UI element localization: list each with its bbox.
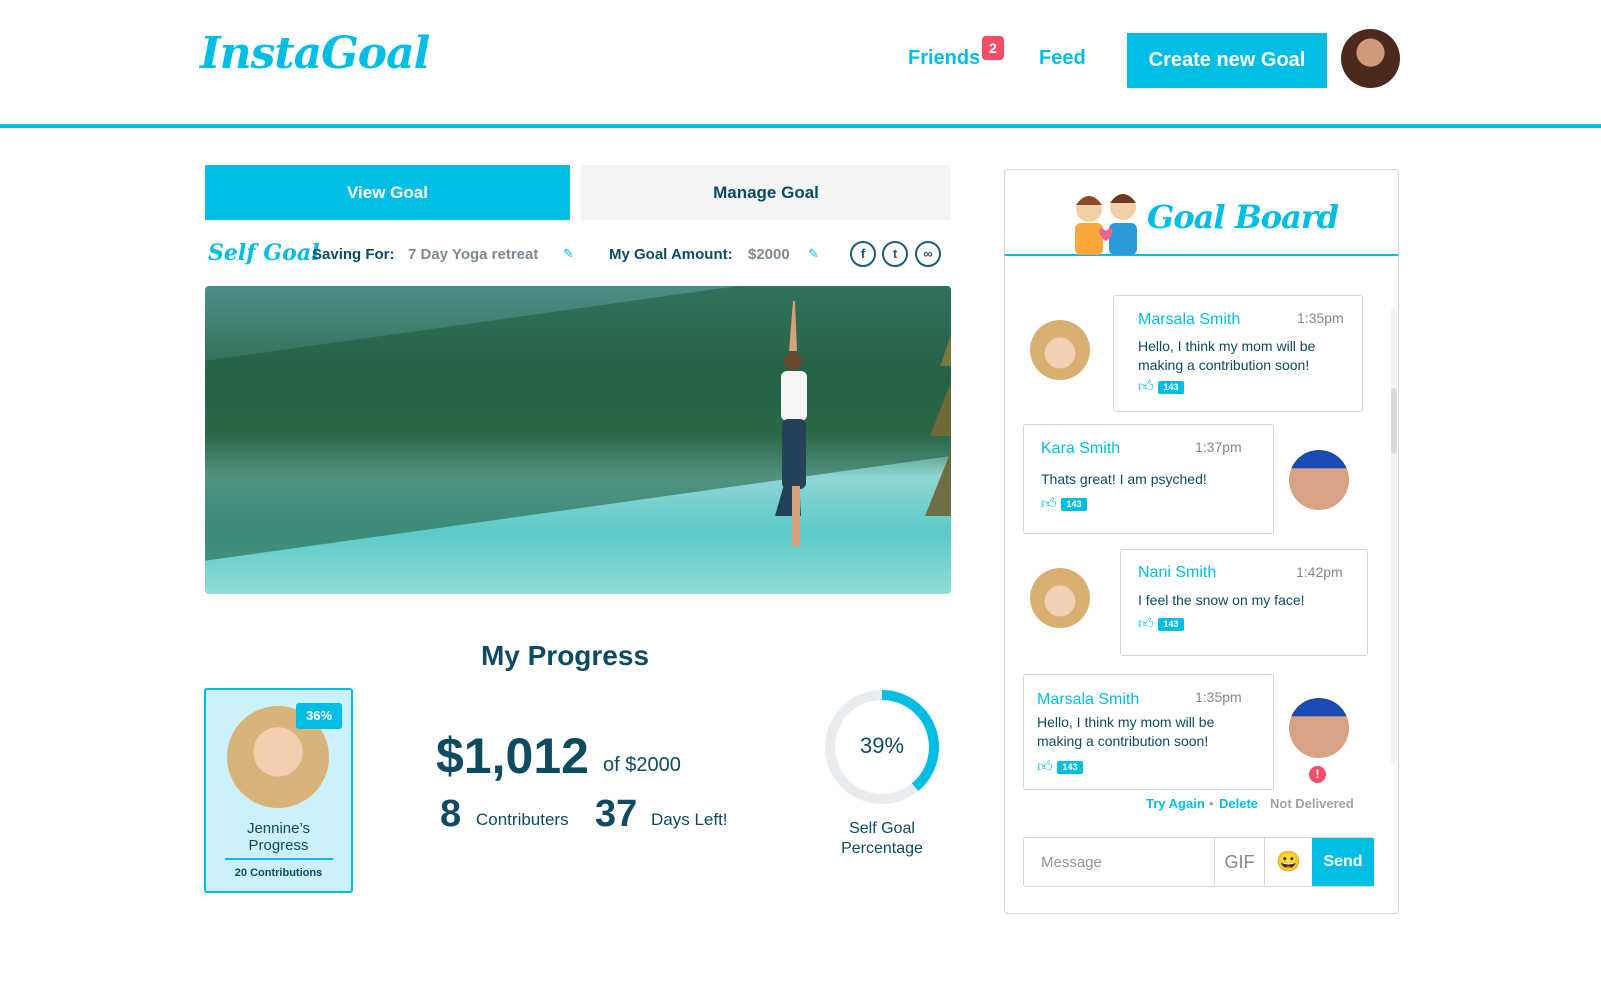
message-input[interactable] <box>1025 839 1213 885</box>
scrollbar-thumb[interactable] <box>1391 388 1397 454</box>
top-header: InstaGoal Friends 2 Feed Create new Goal <box>0 0 1601 128</box>
user-avatar[interactable] <box>1341 29 1400 88</box>
message-card: Nani Smith 1:42pm I feel the snow on my … <box>1120 549 1368 656</box>
message-author[interactable]: Nani Smith <box>1138 564 1216 582</box>
progress-title: My Progress <box>480 640 650 671</box>
delete-link[interactable]: Delete <box>1219 796 1258 811</box>
like-count: 143 <box>1158 381 1184 394</box>
contributor-name-line2: Progress <box>248 837 309 854</box>
days-left-label: Days Left! <box>651 810 728 829</box>
scrollbar-track[interactable] <box>1391 308 1397 764</box>
message-avatar[interactable] <box>1289 698 1349 758</box>
raised-amount: $1,012 <box>436 728 589 784</box>
message-composer: GIF 😀 Send <box>1023 837 1374 887</box>
message-text-line1: Hello, I think my mom will be <box>1138 338 1316 354</box>
message-text-line1: I feel the snow on my face! <box>1138 592 1305 608</box>
send-button[interactable]: Send <box>1312 838 1374 886</box>
like-count: 143 <box>1061 498 1087 511</box>
message-card: Kara Smith 1:37pm Thats great! I am psyc… <box>1023 424 1274 534</box>
message-avatar[interactable] <box>1030 568 1090 628</box>
contributor-progress-card[interactable]: 36% Jennine’s Progress 20 Contributions <box>204 688 353 893</box>
message-time: 1:37pm <box>1195 439 1242 455</box>
message-text: I feel the snow on my face! <box>1138 591 1305 610</box>
goal-amount-label: My Goal Amount: <box>609 246 733 263</box>
thumbs-up-icon: 👍︎ <box>1041 495 1057 512</box>
message-time: 1:35pm <box>1195 689 1242 705</box>
delivery-status: Not Delivered <box>1270 796 1354 811</box>
copy-link-icon[interactable]: ∞ <box>915 241 941 267</box>
goal-type-label: Self Goal <box>208 240 320 266</box>
message-time: 1:42pm <box>1296 564 1343 580</box>
tab-manage-goal[interactable]: Manage Goal <box>581 165 951 220</box>
contributor-name: Jennine’s Progress <box>206 820 351 854</box>
twitter-share-icon[interactable]: t <box>882 241 908 267</box>
mountain-shape <box>205 286 951 570</box>
progress-ring-percent: 39% <box>859 733 905 758</box>
goal-board-title: Goal Board <box>1147 198 1339 236</box>
edit-goal-amount-icon[interactable]: ✎ <box>808 247 820 260</box>
message-time: 1:35pm <box>1297 310 1344 326</box>
contributor-percent-badge: 36% <box>296 703 342 729</box>
goal-hero-image <box>205 286 951 594</box>
message-text-line2: making a contribution soon! <box>1138 357 1310 373</box>
message-author[interactable]: Marsala Smith <box>1138 311 1240 329</box>
message-text: Hello, I think my mom will be making a c… <box>1037 713 1214 751</box>
goal-board-header: Goal Board <box>1005 170 1398 256</box>
message-card: Marsala Smith 1:35pm Hello, I think my m… <box>1023 674 1274 790</box>
goal-total: of $2000 <box>603 754 681 776</box>
edit-saving-for-icon[interactable]: ✎ <box>563 247 575 260</box>
message-author[interactable]: Marsala Smith <box>1037 691 1139 709</box>
contributor-name-line1: Jennine’s <box>246 820 311 837</box>
couple-icon <box>1075 194 1137 255</box>
progress-ring-label-line2: Percentage <box>841 840 923 857</box>
message-text: Thats great! I am psyched! <box>1041 470 1207 489</box>
yoga-person-figure <box>775 301 807 546</box>
create-goal-button[interactable]: Create new Goal <box>1127 33 1327 88</box>
try-again-link[interactable]: Try Again <box>1146 796 1205 811</box>
tab-view-goal[interactable]: View Goal <box>205 165 570 220</box>
message-avatar[interactable] <box>1030 320 1090 380</box>
saving-for-label: Saving For: <box>312 246 395 263</box>
message-text-line1: Hello, I think my mom will be <box>1037 714 1215 730</box>
nav-feed[interactable]: Feed <box>1039 47 1086 70</box>
message-text: Hello, I think my mom will be making a c… <box>1138 337 1315 375</box>
contributions-count: 20 Contributions <box>234 867 323 879</box>
contributors-label: Contributers <box>476 810 569 829</box>
message-card: Marsala Smith 1:35pm Hello, I think my m… <box>1113 295 1363 412</box>
app-logo[interactable]: InstaGoal <box>200 28 430 79</box>
thumbs-up-icon: 👍︎ <box>1138 615 1154 632</box>
nav-friends[interactable]: Friends <box>908 47 980 70</box>
thumbs-up-icon: 👍︎ <box>1037 758 1053 775</box>
link-separator: • <box>1209 796 1214 811</box>
emoji-button[interactable]: 😀 <box>1264 838 1312 886</box>
gif-button[interactable]: GIF <box>1214 838 1264 886</box>
contributors-count: 8 <box>440 793 462 835</box>
pine-tree-figure <box>925 335 951 516</box>
goal-amount-value: $2000 <box>748 246 790 263</box>
friends-badge: 2 <box>982 36 1004 60</box>
message-author[interactable]: Kara Smith <box>1041 440 1120 458</box>
facebook-share-icon[interactable]: f <box>850 241 876 267</box>
error-icon: ! <box>1309 766 1326 783</box>
progress-ring-label-line1: Self Goal <box>849 820 915 837</box>
like-count: 143 <box>1158 618 1184 631</box>
card-divider <box>225 858 333 860</box>
like-count: 143 <box>1057 761 1083 774</box>
days-left-count: 37 <box>595 793 638 835</box>
message-text-line1: Thats great! I am psyched! <box>1041 471 1207 487</box>
goal-info-row: Self Goal Saving For: 7 Day Yoga retreat… <box>205 240 951 270</box>
progress-ring-label: Self Goal Percentage <box>822 819 942 859</box>
saving-for-value: 7 Day Yoga retreat <box>408 246 539 263</box>
message-avatar[interactable] <box>1289 450 1349 510</box>
message-text-line2: making a contribution soon! <box>1037 733 1209 749</box>
thumbs-up-icon: 👍︎ <box>1138 378 1154 395</box>
